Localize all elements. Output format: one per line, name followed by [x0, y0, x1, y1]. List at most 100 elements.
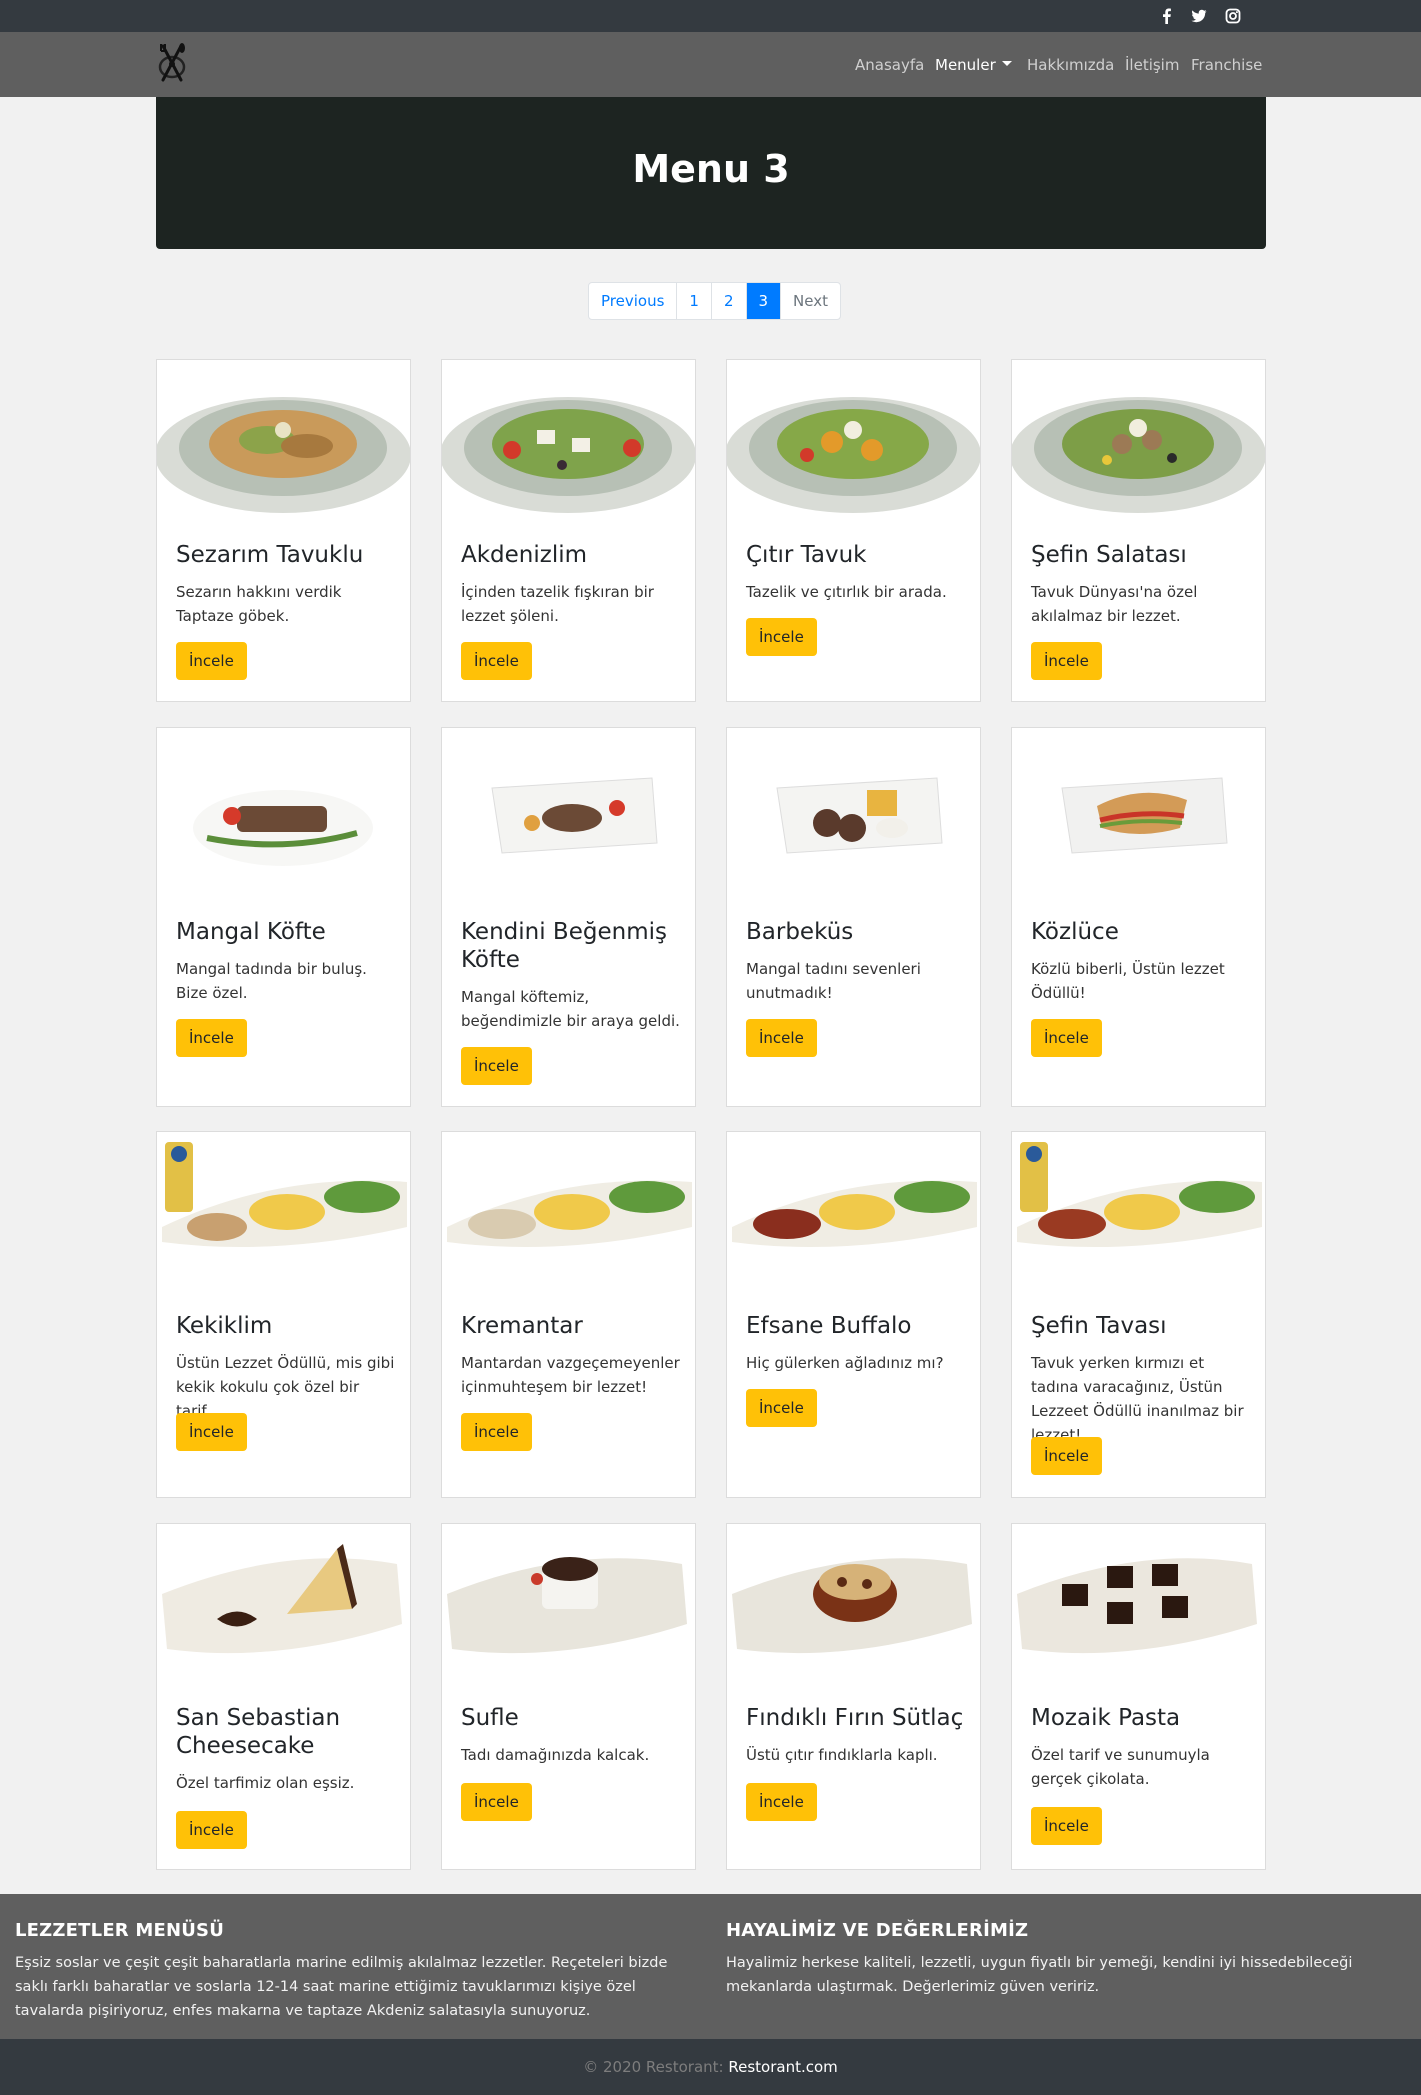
menu-card: Akdenizlim İçinden tazelik fışkıran bir …	[441, 359, 696, 702]
menu-card: Mozaik Pasta Özel tarif ve sunumuyla ger…	[1011, 1523, 1266, 1870]
card-title: Sufle	[461, 1705, 519, 1731]
card-description: Mangal köftemiz, beğendimizle bir araya …	[461, 988, 680, 1030]
card-title: Mozaik Pasta	[1031, 1705, 1181, 1731]
menu-card: Şefin Salatası Tavuk Dünyası'na özel akı…	[1011, 359, 1266, 702]
card-description: Tavuk yerken kırmızı et tadına varacağın…	[1031, 1354, 1244, 1444]
card-title: San Sebastian Cheesecake	[176, 1705, 341, 1759]
pasta-plate-image	[442, 1132, 695, 1302]
copyright-brand-link[interactable]: Restorant.com	[728, 2058, 837, 2076]
incele-button[interactable]: İncele	[1031, 1019, 1102, 1057]
main-navbar: Anasayfa Menuler Hakkımızda İletişim Fra…	[0, 32, 1421, 97]
nav-menuler-dropdown[interactable]: Menuler	[935, 56, 1012, 74]
footer-about: LEZZETLER MENÜSÜ Eşsiz soslar ve çeşit ç…	[15, 1920, 695, 2023]
incele-button[interactable]: İncele	[176, 1811, 247, 1849]
incele-button[interactable]: İncele	[746, 618, 817, 656]
menu-card: Barbeküs Mangal tadını sevenleri unutmad…	[726, 727, 981, 1107]
nav-franchise[interactable]: Franchise	[1191, 56, 1262, 74]
incele-button[interactable]: İncele	[746, 1389, 817, 1427]
page-hero: Menu 3	[156, 97, 1266, 249]
nav-hakkimizda[interactable]: Hakkımızda	[1027, 56, 1114, 74]
menu-card: Közlüce Közlü biberli, Üstün lezzet Ödül…	[1011, 727, 1266, 1107]
card-description: Mangal tadında bir buluş. Bize özel.	[176, 960, 367, 1002]
pasta-plate-image	[157, 1132, 410, 1302]
card-description: Közlü biberli, Üstün lezzet Ödüllü!	[1031, 960, 1225, 1002]
nav-iletisim[interactable]: İletişim	[1125, 56, 1179, 74]
caret-down-icon	[1001, 61, 1012, 66]
footer-about-title: LEZZETLER MENÜSÜ	[15, 1920, 225, 1941]
menu-card: Kekiklim Üstün Lezzet Ödüllü, mis gibi k…	[156, 1131, 411, 1498]
kofte-plate-image	[442, 728, 695, 908]
pagination-next[interactable]: Next	[781, 283, 840, 319]
card-description: Özel tarif ve sunumuyla gerçek çikolata.	[1031, 1746, 1210, 1788]
card-description: Mantardan vazgeçemeyenler içinmuhteşem b…	[461, 1354, 680, 1396]
incele-button[interactable]: İncele	[461, 642, 532, 680]
instagram-icon[interactable]	[1224, 7, 1242, 25]
menu-card: San Sebastian Cheesecake Özel tarfimiz o…	[156, 1523, 411, 1870]
menu-card: Kremantar Mantardan vazgeçemeyenler için…	[441, 1131, 696, 1498]
mozaik-pasta-plate-image	[1012, 1524, 1265, 1689]
footer-values-text: Hayalimiz herkese kaliteli, lezzetli, uy…	[726, 1955, 1353, 1995]
card-title: Sezarım Tavuklu	[176, 542, 364, 568]
page-title: Menu 3	[632, 147, 790, 191]
barbecue-plate-image	[727, 728, 980, 908]
site-footer: LEZZETLER MENÜSÜ Eşsiz soslar ve çeşit ç…	[0, 1894, 1421, 2039]
card-description: İçinden tazelik fışkıran bir lezzet şöle…	[461, 583, 654, 625]
incele-button[interactable]: İncele	[461, 1047, 532, 1085]
salad-plate-image	[157, 360, 410, 520]
nav-menuler-label: Menuler	[935, 56, 996, 74]
incele-button[interactable]: İncele	[461, 1783, 532, 1821]
card-description: Tadı damağınızda kalcak.	[461, 1746, 650, 1764]
incele-button[interactable]: İncele	[1031, 1437, 1102, 1475]
card-description: Üstü çıtır fındıklarla kaplı.	[746, 1746, 938, 1764]
incele-button[interactable]: İncele	[746, 1783, 817, 1821]
incele-button[interactable]: İncele	[746, 1019, 817, 1057]
card-title: Akdenizlim	[461, 542, 588, 568]
card-description: Özel tarfimiz olan eşsiz.	[176, 1774, 355, 1792]
pagination-page-3[interactable]: 3	[746, 283, 782, 319]
pagination-page-2[interactable]: 2	[712, 283, 747, 319]
incele-button[interactable]: İncele	[176, 1413, 247, 1451]
incele-button[interactable]: İncele	[176, 1019, 247, 1057]
menu-card: Mangal Köfte Mangal tadında bir buluş. B…	[156, 727, 411, 1107]
incele-button[interactable]: İncele	[1031, 1807, 1102, 1845]
menu-card: Çıtır Tavuk Tazelik ve çıtırlık bir arad…	[726, 359, 981, 702]
incele-button[interactable]: İncele	[176, 642, 247, 680]
menu-card: Sezarım Tavuklu Sezarın hakkını verdik T…	[156, 359, 411, 702]
top-social-bar	[0, 0, 1421, 32]
pagination-page-1[interactable]: 1	[677, 283, 712, 319]
pagination-previous[interactable]: Previous	[589, 283, 678, 319]
menu-card: Şefin Tavası Tavuk yerken kırmızı et tad…	[1011, 1131, 1266, 1498]
card-title: Mangal Köfte	[176, 919, 326, 945]
card-title: Çıtır Tavuk	[746, 542, 867, 568]
salad-plate-image	[1012, 360, 1265, 520]
twitter-icon[interactable]	[1190, 7, 1208, 25]
footer-values: HAYALİMİZ VE DEĞERLERİMİZ Hayalimiz herk…	[726, 1920, 1406, 1999]
sufle-plate-image	[442, 1524, 695, 1689]
card-description: Tazelik ve çıtırlık bir arada.	[746, 583, 947, 601]
menu-card: Fındıklı Fırın Sütlaç Üstü çıtır fındıkl…	[726, 1523, 981, 1870]
card-title: Fındıklı Fırın Sütlaç	[746, 1705, 964, 1731]
nav-anasayfa[interactable]: Anasayfa	[855, 56, 924, 74]
card-title: Közlüce	[1031, 919, 1119, 945]
menu-card: Efsane Buffalo Hiç gülerken ağladınız mı…	[726, 1131, 981, 1498]
incele-button[interactable]: İncele	[461, 1413, 532, 1451]
card-title: Kremantar	[461, 1313, 583, 1339]
card-description: Hiç gülerken ağladınız mı?	[746, 1354, 944, 1372]
card-title: Efsane Buffalo	[746, 1313, 912, 1339]
kofte-plate-image	[157, 728, 410, 908]
menu-card: Sufle Tadı damağınızda kalcak. İncele	[441, 1523, 696, 1870]
facebook-icon[interactable]	[1158, 7, 1176, 25]
card-description: Tavuk Dünyası'na özel akılalmaz bir lezz…	[1031, 583, 1198, 625]
card-title: Kekiklim	[176, 1313, 273, 1339]
sandwich-plate-image	[1012, 728, 1265, 908]
sutlac-plate-image	[727, 1524, 980, 1689]
cheesecake-plate-image	[157, 1524, 410, 1689]
card-title: Şefin Salatası	[1031, 542, 1187, 568]
card-description: Sezarın hakkını verdik Taptaze göbek.	[176, 583, 342, 625]
pagination: Previous 1 2 3 Next	[588, 282, 841, 320]
card-description: Mangal tadını sevenleri unutmadık!	[746, 960, 921, 1002]
restaurant-logo[interactable]	[154, 40, 190, 86]
pasta-plate-image	[727, 1132, 980, 1302]
card-title: Şefin Tavası	[1031, 1313, 1167, 1339]
incele-button[interactable]: İncele	[1031, 642, 1102, 680]
